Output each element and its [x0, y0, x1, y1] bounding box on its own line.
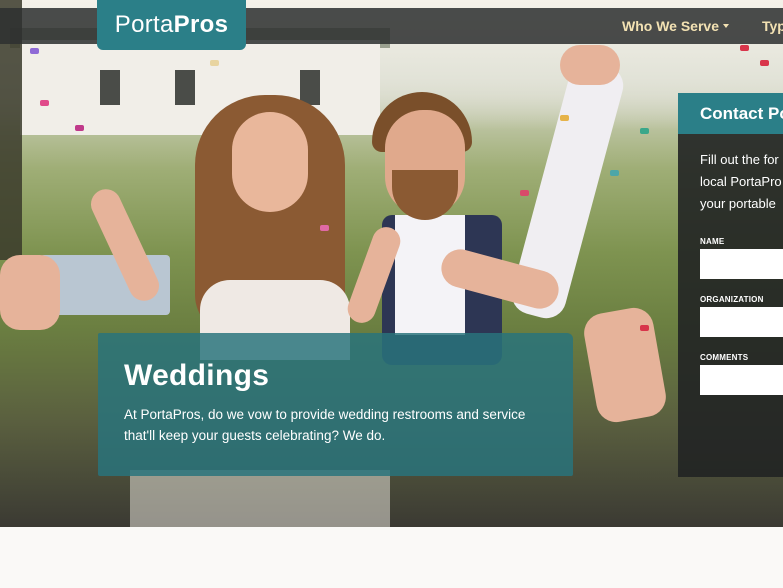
- contact-intro-line: Fill out the for: [700, 152, 779, 167]
- comments-label: COMMENTS: [700, 353, 749, 362]
- contact-form-intro: Fill out the for local PortaPro your por…: [678, 134, 783, 215]
- logo-text-pros: Pros: [173, 11, 229, 38]
- nav-label-who-we-serve: Who We Serve: [622, 18, 719, 34]
- chevron-down-icon: [723, 24, 729, 28]
- name-field[interactable]: [700, 249, 783, 279]
- contact-intro-line: your portable: [700, 196, 776, 211]
- contact-intro-line: local PortaPro: [700, 174, 782, 189]
- nav-item-who-we-serve[interactable]: Who We Serve: [622, 8, 729, 44]
- contact-form-title: Contact Po: [678, 93, 783, 134]
- page: Porta Pros Who We Serve Typ Weddings At P…: [0, 0, 783, 588]
- organization-field[interactable]: [700, 307, 783, 337]
- logo-text-porta: Porta: [114, 11, 174, 38]
- portapros-logo[interactable]: Porta Pros: [97, 0, 246, 50]
- organization-label: ORGANIZATION: [700, 295, 764, 304]
- feature-title: Weddings: [124, 359, 270, 392]
- comments-field[interactable]: [700, 365, 783, 395]
- feature-description: At PortaPros, do we vow to provide weddi…: [124, 407, 526, 443]
- contact-form-panel: Contact Po Fill out the for local PortaP…: [678, 93, 783, 477]
- nav-item-types[interactable]: Typ: [762, 8, 783, 44]
- nav-label-types: Typ: [762, 18, 783, 34]
- page-content-area: [0, 527, 783, 588]
- weddings-feature-panel: Weddings At PortaPros, do we vow to prov…: [98, 333, 573, 476]
- name-label: NAME: [700, 237, 725, 246]
